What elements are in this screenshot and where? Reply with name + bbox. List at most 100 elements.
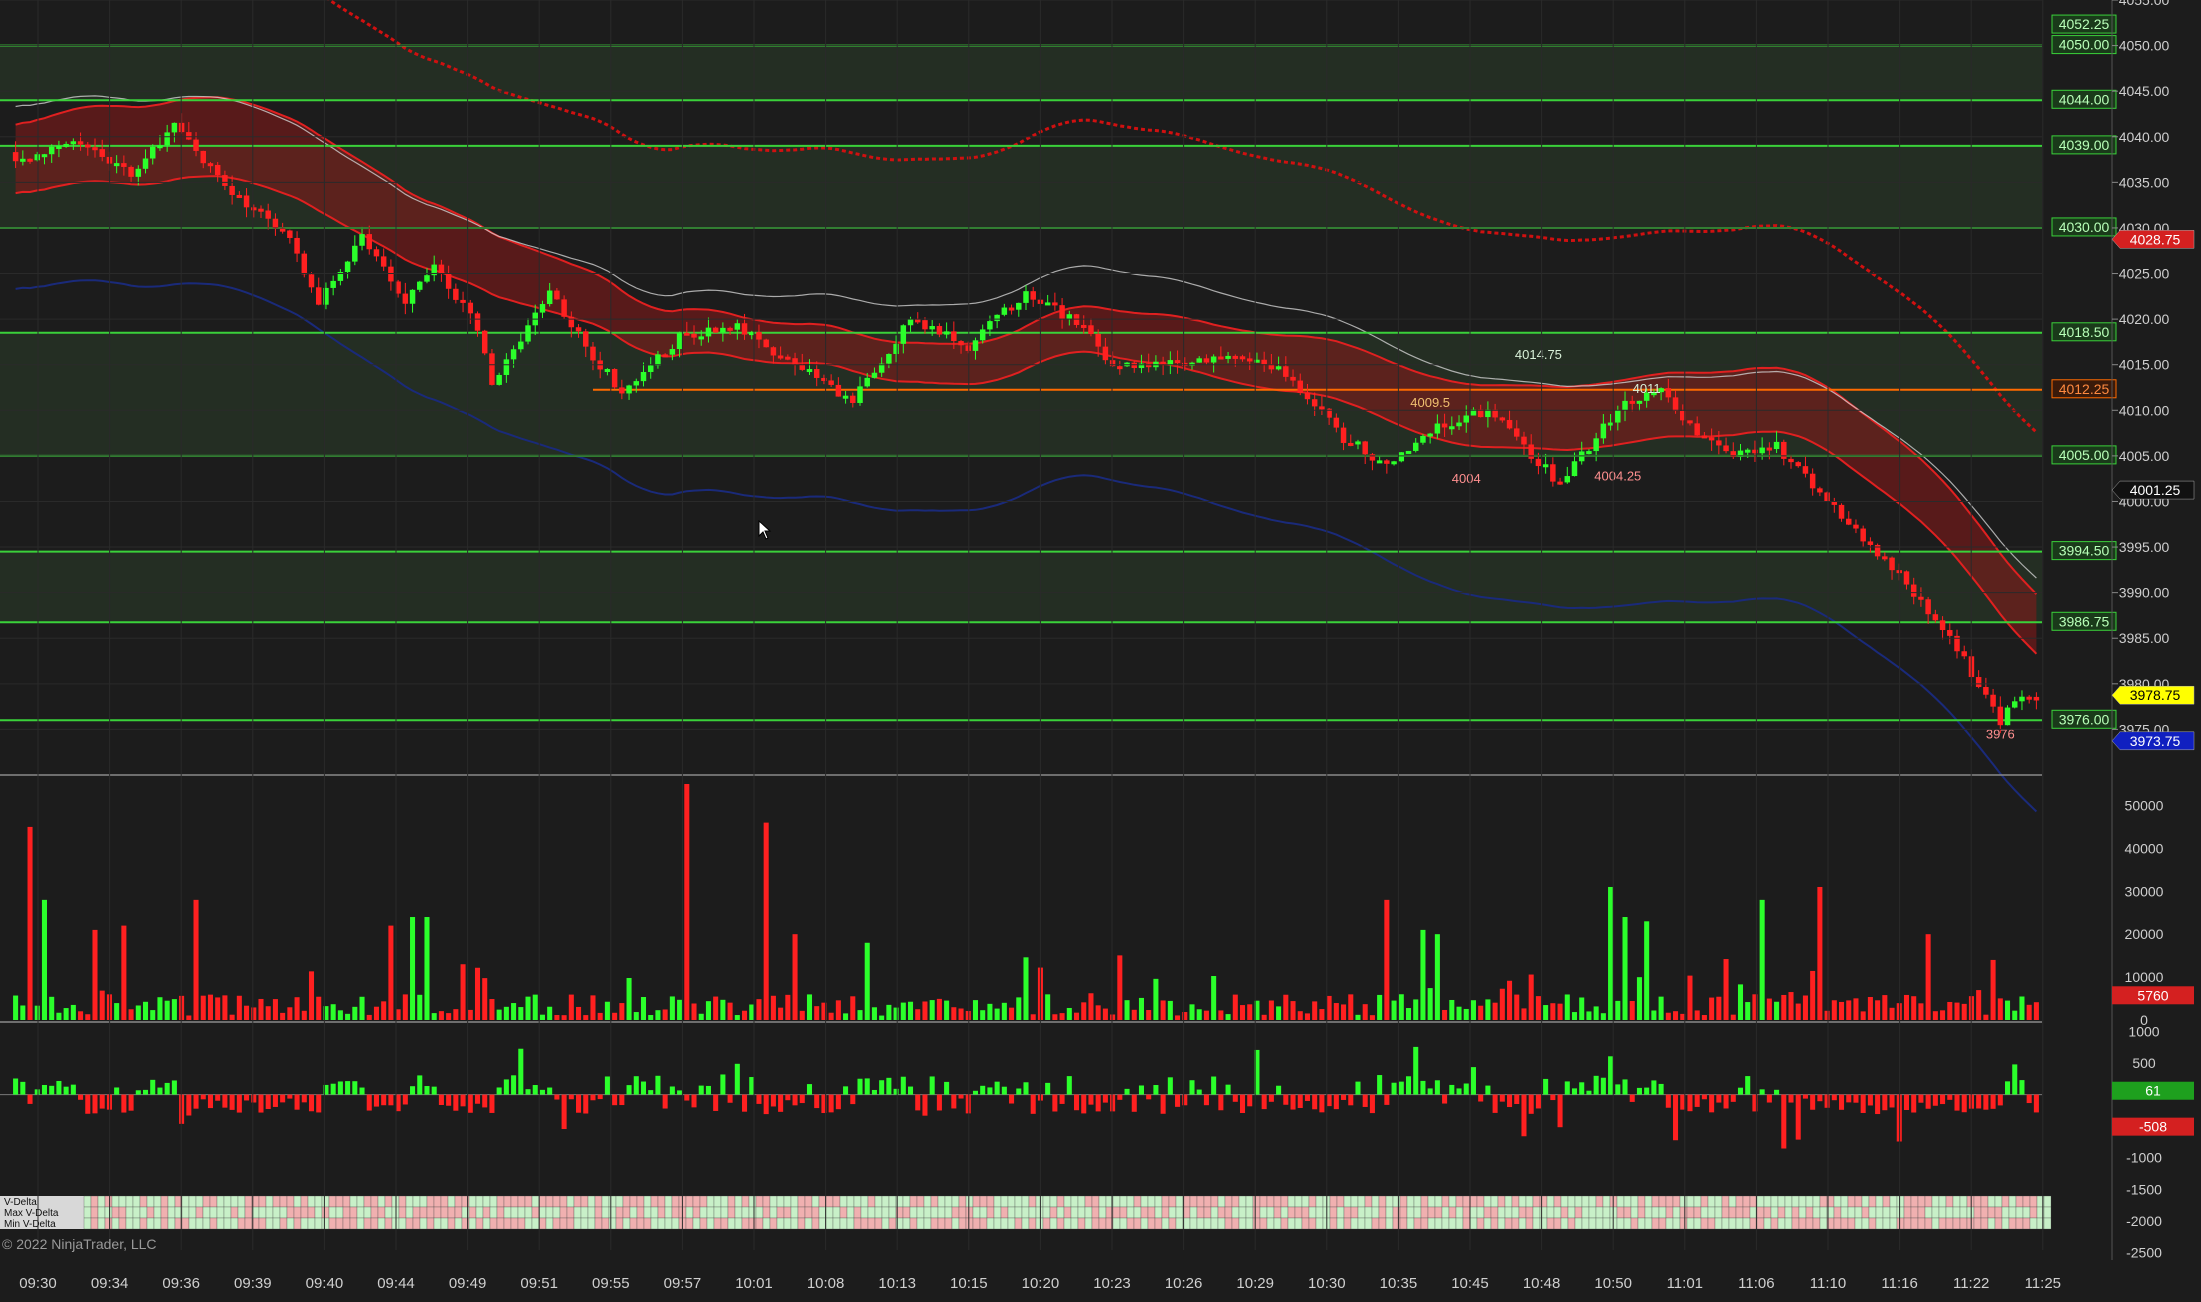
volume-bar[interactable] [1947, 1001, 1953, 1020]
delta-bar[interactable] [236, 1094, 242, 1113]
candle-body[interactable] [561, 299, 567, 317]
volume-bar[interactable] [467, 1009, 473, 1020]
candle-body[interactable] [1889, 557, 1895, 571]
volume-bar[interactable] [1442, 1009, 1448, 1020]
delta-bar[interactable] [1831, 1094, 1837, 1101]
delta-bar[interactable] [1434, 1080, 1440, 1095]
delta-bar[interactable] [164, 1082, 170, 1095]
delta-bar[interactable] [2004, 1081, 2011, 1095]
delta-bar[interactable] [1600, 1077, 1606, 1095]
volume-bar[interactable] [1759, 899, 1765, 1020]
delta-bar[interactable] [1737, 1087, 1744, 1095]
delta-bar[interactable] [1449, 1084, 1455, 1095]
delta-bar[interactable] [1124, 1088, 1130, 1095]
volume-bar[interactable] [1146, 1010, 1152, 1020]
candle-body[interactable] [1080, 324, 1087, 328]
volume-bar[interactable] [1290, 1001, 1296, 1020]
volume-bar[interactable] [604, 1001, 610, 1020]
candle-body[interactable] [850, 395, 856, 403]
delta-bar[interactable] [85, 1094, 91, 1114]
delta-bar[interactable] [114, 1087, 120, 1095]
volume-bar[interactable] [814, 1006, 820, 1020]
candle-body[interactable] [56, 146, 62, 150]
delta-bar[interactable] [1817, 1094, 1823, 1102]
delta-bar[interactable] [2012, 1064, 2018, 1095]
volume-bar[interactable] [655, 1010, 661, 1020]
volume-bar[interactable] [828, 1012, 834, 1020]
candle-body[interactable] [1232, 355, 1239, 359]
volume-bar[interactable] [1225, 1014, 1231, 1020]
volume-bar[interactable] [352, 1006, 358, 1020]
volume-bar[interactable] [936, 998, 942, 1020]
candle-body[interactable] [590, 346, 596, 361]
candle-body[interactable] [1867, 541, 1874, 545]
volume-bar[interactable] [958, 1008, 964, 1020]
candle-body[interactable] [1860, 528, 1866, 542]
volume-bar[interactable] [1687, 975, 1693, 1020]
delta-bar[interactable] [1261, 1094, 1267, 1110]
volume-bar[interactable] [1990, 959, 1996, 1020]
delta-bar[interactable] [1160, 1094, 1166, 1114]
volume-bar[interactable] [78, 1011, 84, 1020]
candle-body[interactable] [727, 327, 733, 331]
candle-body[interactable] [1571, 461, 1578, 477]
volume-bar[interactable] [1579, 997, 1585, 1020]
delta-bar[interactable] [1297, 1094, 1303, 1108]
delta-bar[interactable] [742, 1094, 748, 1112]
candle-body[interactable] [1925, 599, 1931, 615]
delta-bar[interactable] [1283, 1094, 1289, 1105]
volume-bar[interactable] [1925, 934, 1931, 1020]
candle-body[interactable] [41, 154, 48, 158]
volume-bar[interactable] [1434, 934, 1440, 1020]
volume-bar[interactable] [612, 1012, 618, 1020]
delta-bar[interactable] [1636, 1087, 1642, 1095]
volume-bar[interactable] [381, 1001, 387, 1020]
delta-bar[interactable] [720, 1074, 726, 1095]
delta-bar[interactable] [1268, 1094, 1274, 1102]
delta-bar[interactable] [424, 1086, 430, 1095]
candle-body[interactable] [1499, 417, 1506, 421]
volume-bar[interactable] [482, 978, 488, 1020]
candle-body[interactable] [1723, 445, 1729, 452]
volume-bar[interactable] [684, 784, 690, 1020]
volume-bar[interactable] [359, 996, 365, 1020]
volume-bar[interactable] [1615, 1000, 1621, 1020]
candle-body[interactable] [979, 329, 986, 341]
candle-body[interactable] [330, 280, 336, 288]
volume-bar[interactable] [1196, 1009, 1202, 1020]
candle-body[interactable] [1008, 307, 1015, 311]
delta-bar[interactable] [684, 1094, 690, 1101]
candle-body[interactable] [662, 354, 668, 358]
volume-bar[interactable] [576, 1006, 582, 1020]
volume-bar[interactable] [308, 971, 315, 1020]
candle-body[interactable] [1528, 444, 1534, 459]
candle-body[interactable] [1759, 447, 1765, 454]
candle-body[interactable] [85, 144, 91, 148]
delta-bar[interactable] [640, 1081, 647, 1095]
volume-bar[interactable] [1420, 929, 1426, 1020]
delta-bar[interactable] [1925, 1094, 1931, 1109]
delta-bar[interactable] [431, 1086, 437, 1095]
candle-body[interactable] [1557, 481, 1563, 485]
delta-bar[interactable] [63, 1086, 69, 1095]
delta-bar[interactable] [1629, 1094, 1635, 1102]
volume-bar[interactable] [886, 1004, 892, 1020]
candle-body[interactable] [27, 158, 33, 162]
delta-bar[interactable] [1528, 1094, 1534, 1114]
candle-body[interactable] [142, 158, 149, 169]
delta-bar[interactable] [2026, 1094, 2032, 1104]
candle-body[interactable] [799, 364, 806, 370]
candle-body[interactable] [1802, 466, 1809, 474]
volume-bar[interactable] [1810, 970, 1816, 1020]
candle-body[interactable] [763, 339, 769, 348]
volume-bar[interactable] [417, 994, 423, 1020]
delta-bar[interactable] [272, 1094, 278, 1107]
volume-bar[interactable] [1781, 994, 1787, 1020]
candle-body[interactable] [2033, 696, 2040, 701]
delta-bar[interactable] [1615, 1084, 1621, 1095]
delta-bar[interactable] [1687, 1094, 1693, 1112]
delta-bar[interactable] [294, 1094, 300, 1110]
volume-bar[interactable] [1333, 1003, 1339, 1020]
candle-body[interactable] [373, 249, 380, 257]
volume-bar[interactable] [294, 997, 300, 1020]
